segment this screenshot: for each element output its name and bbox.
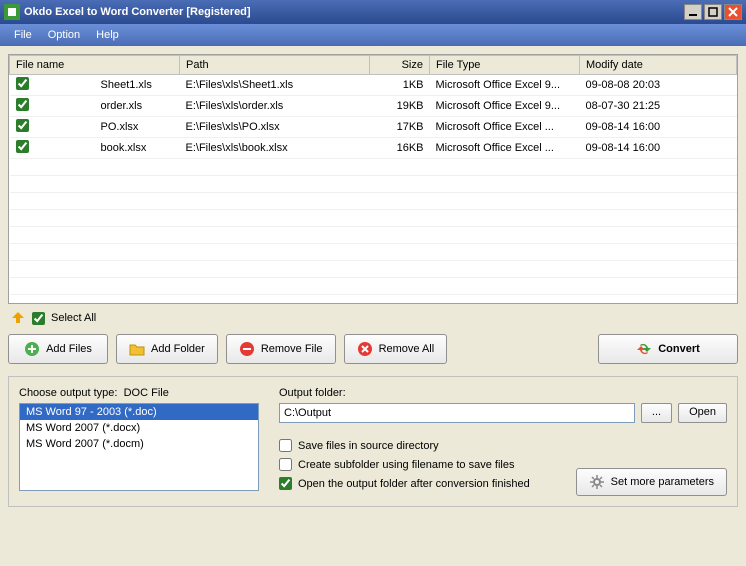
plus-icon: [24, 341, 40, 357]
row-path: E:\Files\xls\PO.xlsx: [180, 117, 370, 138]
table-row[interactable]: book.xlsxE:\Files\xls\book.xlsx16KBMicro…: [10, 138, 737, 159]
row-checkbox[interactable]: [16, 119, 29, 132]
row-path: E:\Files\xls\book.xlsx: [180, 138, 370, 159]
output-type-option[interactable]: MS Word 97 - 2003 (*.doc): [20, 404, 258, 420]
remove-all-label: Remove All: [379, 343, 435, 355]
table-row[interactable]: PO.xlsxE:\Files\xls\PO.xlsx17KBMicrosoft…: [10, 117, 737, 138]
row-size: 1KB: [370, 75, 430, 96]
row-type: Microsoft Office Excel ...: [430, 117, 580, 138]
add-folder-label: Add Folder: [151, 343, 205, 355]
row-type: Microsoft Office Excel 9...: [430, 96, 580, 117]
select-all-row: Select All: [8, 304, 738, 332]
select-all-label[interactable]: Select All: [51, 312, 96, 324]
table-row[interactable]: order.xlsE:\Files\xls\order.xls19KBMicro…: [10, 96, 737, 117]
header-type[interactable]: File Type: [430, 56, 580, 75]
row-name: PO.xlsx: [95, 117, 180, 138]
open-after-label[interactable]: Open the output folder after conversion …: [298, 478, 530, 490]
row-name: order.xls: [95, 96, 180, 117]
row-checkbox[interactable]: [16, 77, 29, 90]
row-type: Microsoft Office Excel 9...: [430, 75, 580, 96]
bottom-panel: Choose output type: DOC File MS Word 97 …: [8, 376, 738, 507]
row-name: Sheet1.xls: [95, 75, 180, 96]
set-more-label: Set more parameters: [611, 476, 714, 488]
header-date[interactable]: Modify date: [580, 56, 737, 75]
gear-icon: [589, 474, 605, 490]
remove-file-label: Remove File: [261, 343, 323, 355]
convert-button[interactable]: Convert: [598, 334, 738, 364]
set-more-button[interactable]: Set more parameters: [576, 468, 727, 496]
browse-button[interactable]: ...: [641, 403, 672, 423]
file-table: File name Path Size File Type Modify dat…: [9, 55, 737, 304]
create-subfolder-checkbox[interactable]: [279, 458, 292, 471]
row-size: 16KB: [370, 138, 430, 159]
up-arrow-icon: [10, 310, 26, 326]
add-files-label: Add Files: [46, 343, 92, 355]
output-type-section: Choose output type: DOC File MS Word 97 …: [19, 387, 259, 496]
convert-icon: [636, 341, 652, 357]
row-date: 09-08-08 20:03: [580, 75, 737, 96]
convert-label: Convert: [658, 343, 700, 355]
maximize-button[interactable]: [704, 4, 722, 20]
file-list-panel: File name Path Size File Type Modify dat…: [8, 54, 738, 304]
header-path[interactable]: Path: [180, 56, 370, 75]
menu-option[interactable]: Option: [40, 27, 88, 43]
folder-icon: [129, 341, 145, 357]
remove-all-button[interactable]: Remove All: [344, 334, 448, 364]
output-type-list[interactable]: MS Word 97 - 2003 (*.doc)MS Word 2007 (*…: [19, 403, 259, 491]
titlebar: Okdo Excel to Word Converter [Registered…: [0, 0, 746, 24]
add-files-button[interactable]: Add Files: [8, 334, 108, 364]
app-icon: [4, 4, 20, 20]
output-type-option[interactable]: MS Word 2007 (*.docx): [20, 420, 258, 436]
row-name: book.xlsx: [95, 138, 180, 159]
header-filename[interactable]: File name: [10, 56, 180, 75]
menu-help[interactable]: Help: [88, 27, 127, 43]
save-source-label[interactable]: Save files in source directory: [298, 440, 439, 452]
row-checkbox[interactable]: [16, 98, 29, 111]
row-path: E:\Files\xls\order.xls: [180, 96, 370, 117]
row-date: 09-08-14 16:00: [580, 138, 737, 159]
output-settings-section: Output folder: ... Open Save files in so…: [279, 387, 727, 496]
select-all-checkbox[interactable]: [32, 312, 45, 325]
save-source-checkbox[interactable]: [279, 439, 292, 452]
open-after-checkbox[interactable]: [279, 477, 292, 490]
close-button[interactable]: [724, 4, 742, 20]
open-folder-button[interactable]: Open: [678, 403, 727, 423]
row-date: 09-08-14 16:00: [580, 117, 737, 138]
row-checkbox[interactable]: [16, 140, 29, 153]
menubar: File Option Help: [0, 24, 746, 46]
row-date: 08-07-30 21:25: [580, 96, 737, 117]
output-folder-input[interactable]: [279, 403, 635, 423]
main-content: File name Path Size File Type Modify dat…: [0, 46, 746, 566]
row-type: Microsoft Office Excel ...: [430, 138, 580, 159]
output-folder-label: Output folder:: [279, 387, 727, 399]
table-row[interactable]: Sheet1.xlsE:\Files\xls\Sheet1.xls1KBMicr…: [10, 75, 737, 96]
window-title: Okdo Excel to Word Converter [Registered…: [24, 6, 682, 18]
row-path: E:\Files\xls\Sheet1.xls: [180, 75, 370, 96]
row-size: 19KB: [370, 96, 430, 117]
row-size: 17KB: [370, 117, 430, 138]
remove-file-button[interactable]: Remove File: [226, 334, 336, 364]
minimize-button[interactable]: [684, 4, 702, 20]
menu-file[interactable]: File: [6, 27, 40, 43]
output-type-option[interactable]: MS Word 2007 (*.docm): [20, 436, 258, 452]
add-folder-button[interactable]: Add Folder: [116, 334, 218, 364]
x-icon: [357, 341, 373, 357]
output-type-label: Choose output type:: [19, 387, 117, 399]
output-type-current: DOC File: [124, 387, 169, 399]
header-size[interactable]: Size: [370, 56, 430, 75]
button-row: Add Files Add Folder Remove File Remove …: [8, 334, 738, 364]
create-subfolder-label[interactable]: Create subfolder using filename to save …: [298, 459, 514, 471]
minus-icon: [239, 341, 255, 357]
